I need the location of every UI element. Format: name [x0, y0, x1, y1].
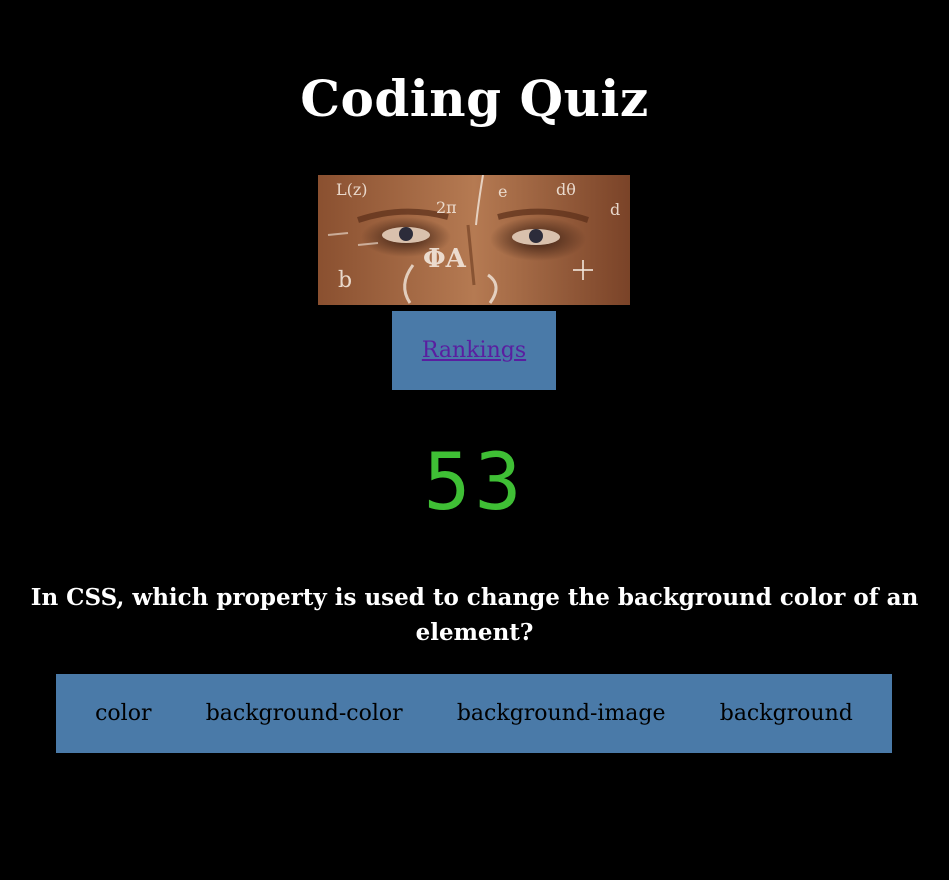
- answer-options: color background-color background-image …: [56, 674, 892, 753]
- formula-mark: L(z): [336, 180, 368, 199]
- face-with-formulas-image: L(z) 2π ΦA e dθ b d: [318, 175, 630, 305]
- rankings-link[interactable]: Rankings: [422, 338, 526, 363]
- quiz-page: Coding Quiz L(z) 2π ΦA e dθ b d Rankings…: [0, 0, 949, 880]
- answer-option-background-image[interactable]: background-image: [457, 701, 666, 726]
- answer-option-background-color[interactable]: background-color: [206, 701, 403, 726]
- formula-mark: dθ: [556, 180, 576, 199]
- countdown-timer: 53: [423, 438, 526, 528]
- question-text: In CSS, which property is used to change…: [30, 584, 919, 646]
- hero-image: L(z) 2π ΦA e dθ b d: [318, 175, 630, 305]
- formula-mark: ΦA: [423, 244, 467, 274]
- answer-option-color[interactable]: color: [95, 701, 151, 726]
- answer-option-background[interactable]: background: [720, 701, 853, 726]
- formula-mark: d: [610, 200, 620, 219]
- formula-mark: b: [338, 268, 352, 293]
- rankings-button-container: Rankings: [392, 311, 556, 390]
- formula-mark: 2π: [436, 198, 457, 217]
- page-title: Coding Quiz: [300, 69, 649, 128]
- formula-mark: e: [498, 182, 507, 201]
